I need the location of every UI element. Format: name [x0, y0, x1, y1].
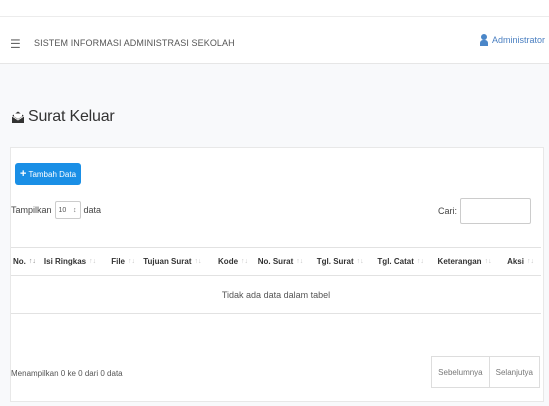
- page-length: Tampilkan 10 ↕ data: [11, 201, 101, 219]
- table-empty-row: Tidak ada data dalam tabel: [11, 275, 541, 314]
- empty-message: Tidak ada data dalam tabel: [11, 275, 541, 314]
- sort-icon: ↑↓: [89, 258, 97, 265]
- user-menu[interactable]: Administrator: [479, 34, 545, 46]
- search: Cari:: [438, 198, 531, 224]
- column-header[interactable]: Aksi ↑↓: [505, 247, 541, 276]
- data-card: + Tambah Data Tampilkan 10 ↕ data Cari: …: [10, 147, 544, 402]
- column-header[interactable]: Tgl. Surat ↑↓: [314, 247, 376, 276]
- sort-icon: ↑↓: [526, 258, 534, 265]
- page-title-text: Surat Keluar: [28, 108, 115, 125]
- sort-icon: ↑↓: [356, 258, 364, 265]
- envelope-open-icon: [11, 110, 25, 124]
- sort-icon: ↑↓: [28, 258, 36, 265]
- search-input[interactable]: [460, 198, 531, 224]
- sort-icon: ↑↓: [296, 258, 304, 265]
- page-length-prefix: Tampilkan: [11, 205, 52, 215]
- user-name[interactable]: Administrator: [492, 35, 545, 45]
- select-arrows-icon: ↕: [73, 206, 77, 214]
- menu-toggle-icon[interactable]: ☰: [10, 38, 21, 50]
- next-page-button[interactable]: Selanjutya: [489, 356, 540, 388]
- page-title: Surat Keluar: [11, 108, 115, 126]
- top-spacer: [0, 0, 549, 16]
- table-header-row: No. ↑↓ Isi Ringkas ↑↓ File ↑↓ Tujuan Surat ↑…: [11, 247, 541, 276]
- sort-icon: ↑↓: [128, 258, 135, 265]
- page-length-value: 10: [58, 206, 67, 214]
- user-icon: [479, 34, 488, 46]
- page-length-suffix: data: [83, 205, 102, 215]
- column-header[interactable]: File ↑↓: [109, 247, 142, 276]
- column-header[interactable]: Isi Ringkas ↑↓: [41, 247, 110, 276]
- sort-icon: ↑↓: [241, 258, 249, 265]
- sort-icon: ↑↓: [194, 258, 202, 265]
- table-info: Menampilkan 0 ke 0 dari 0 data: [11, 369, 123, 378]
- column-header[interactable]: Kode ↑↓: [216, 247, 256, 276]
- sort-icon: ↑↓: [416, 258, 424, 265]
- column-header[interactable]: No. Surat ↑↓: [255, 247, 315, 276]
- plus-icon: +: [20, 167, 27, 180]
- add-data-label: Tambah Data: [28, 169, 77, 179]
- add-data-button[interactable]: + Tambah Data: [15, 163, 82, 185]
- column-header[interactable]: Tujuan Surat ↑↓: [141, 247, 217, 276]
- column-header[interactable]: Tgl. Catat ↑↓: [375, 247, 436, 276]
- app-title: SISTEM INFORMASI ADMINISTRASI SEKOLAH: [34, 38, 235, 48]
- page-length-select[interactable]: 10 ↕: [54, 201, 81, 219]
- main-content: Surat Keluar + Tambah Data Tampilkan 10 …: [0, 64, 549, 406]
- column-header[interactable]: No. ↑↓: [11, 247, 42, 276]
- data-table: No. ↑↓ Isi Ringkas ↑↓ File ↑↓ Tujuan Surat ↑…: [11, 247, 541, 314]
- column-header[interactable]: Keterangan ↑↓: [435, 247, 506, 276]
- search-label: Cari:: [437, 206, 457, 216]
- pagination: Sebelumnya Selanjutya: [431, 356, 540, 388]
- previous-page-button[interactable]: Sebelumnya: [431, 356, 490, 388]
- navbar: ☰ SISTEM INFORMASI ADMINISTRASI SEKOLAH …: [0, 16, 549, 64]
- sort-icon: ↑↓: [484, 258, 492, 265]
